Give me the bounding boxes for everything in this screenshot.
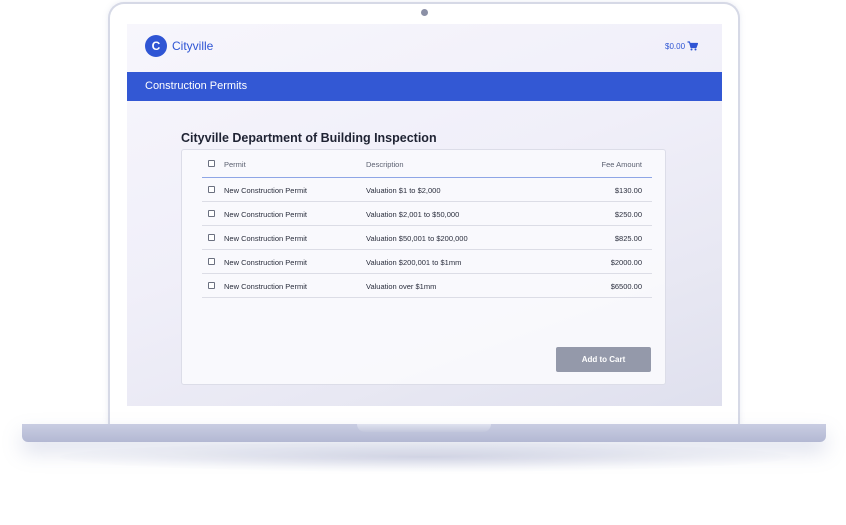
permit-cell: New Construction Permit	[224, 282, 307, 291]
description-cell: Valuation $200,001 to $1mm	[366, 258, 462, 267]
page-title: Cityville Department of Building Inspect…	[181, 131, 437, 145]
permit-cell: New Construction Permit	[224, 186, 307, 195]
fee-cell: $250.00	[614, 210, 642, 219]
fee-cell: $130.00	[614, 186, 642, 195]
laptop-shadow	[60, 442, 790, 472]
fee-cell: $2000.00	[610, 258, 642, 267]
logo-icon[interactable]: C	[145, 35, 167, 57]
brand-name[interactable]: Cityville	[172, 39, 213, 53]
row-checkbox[interactable]	[208, 186, 215, 193]
table-row: New Construction Permit Valuation $1 to …	[202, 178, 652, 202]
section-nav-bar: Construction Permits	[127, 72, 722, 101]
cart-amount[interactable]: $0.00	[665, 42, 685, 51]
table-header-row: Permit Description Fee Amount	[202, 150, 652, 178]
select-all-checkbox[interactable]	[208, 160, 215, 167]
table-row: New Construction Permit Valuation over $…	[202, 274, 652, 298]
fee-cell: $825.00	[614, 234, 642, 243]
logo-letter: C	[151, 39, 161, 53]
description-cell: Valuation $50,001 to $200,000	[366, 234, 468, 243]
permit-cell: New Construction Permit	[224, 258, 307, 267]
permit-cell: New Construction Permit	[224, 210, 307, 219]
column-header-permit: Permit	[224, 160, 246, 169]
permit-table: Permit Description Fee Amount New Constr…	[202, 150, 652, 298]
description-cell: Valuation $2,001 to $50,000	[366, 210, 460, 219]
camera-icon	[421, 9, 428, 16]
add-to-cart-button[interactable]: Add to Cart	[556, 347, 651, 372]
table-row: New Construction Permit Valuation $50,00…	[202, 226, 652, 250]
cart-icon[interactable]	[687, 41, 698, 51]
description-cell: Valuation $1 to $2,000	[366, 186, 441, 195]
laptop-notch	[357, 424, 491, 432]
row-checkbox[interactable]	[208, 282, 215, 289]
top-header: C Cityville $0.00	[127, 24, 722, 72]
row-checkbox[interactable]	[208, 258, 215, 265]
table-row: New Construction Permit Valuation $2,001…	[202, 202, 652, 226]
column-header-fee: Fee Amount	[601, 160, 642, 169]
row-checkbox[interactable]	[208, 234, 215, 241]
permit-cell: New Construction Permit	[224, 234, 307, 243]
laptop-screen: C Cityville $0.00 Construction Permits C…	[127, 24, 722, 406]
fee-cell: $6500.00	[610, 282, 642, 291]
column-header-description: Description	[366, 160, 404, 169]
description-cell: Valuation over $1mm	[366, 282, 437, 291]
table-row: New Construction Permit Valuation $200,0…	[202, 250, 652, 274]
nav-title[interactable]: Construction Permits	[145, 80, 247, 92]
row-checkbox[interactable]	[208, 210, 215, 217]
